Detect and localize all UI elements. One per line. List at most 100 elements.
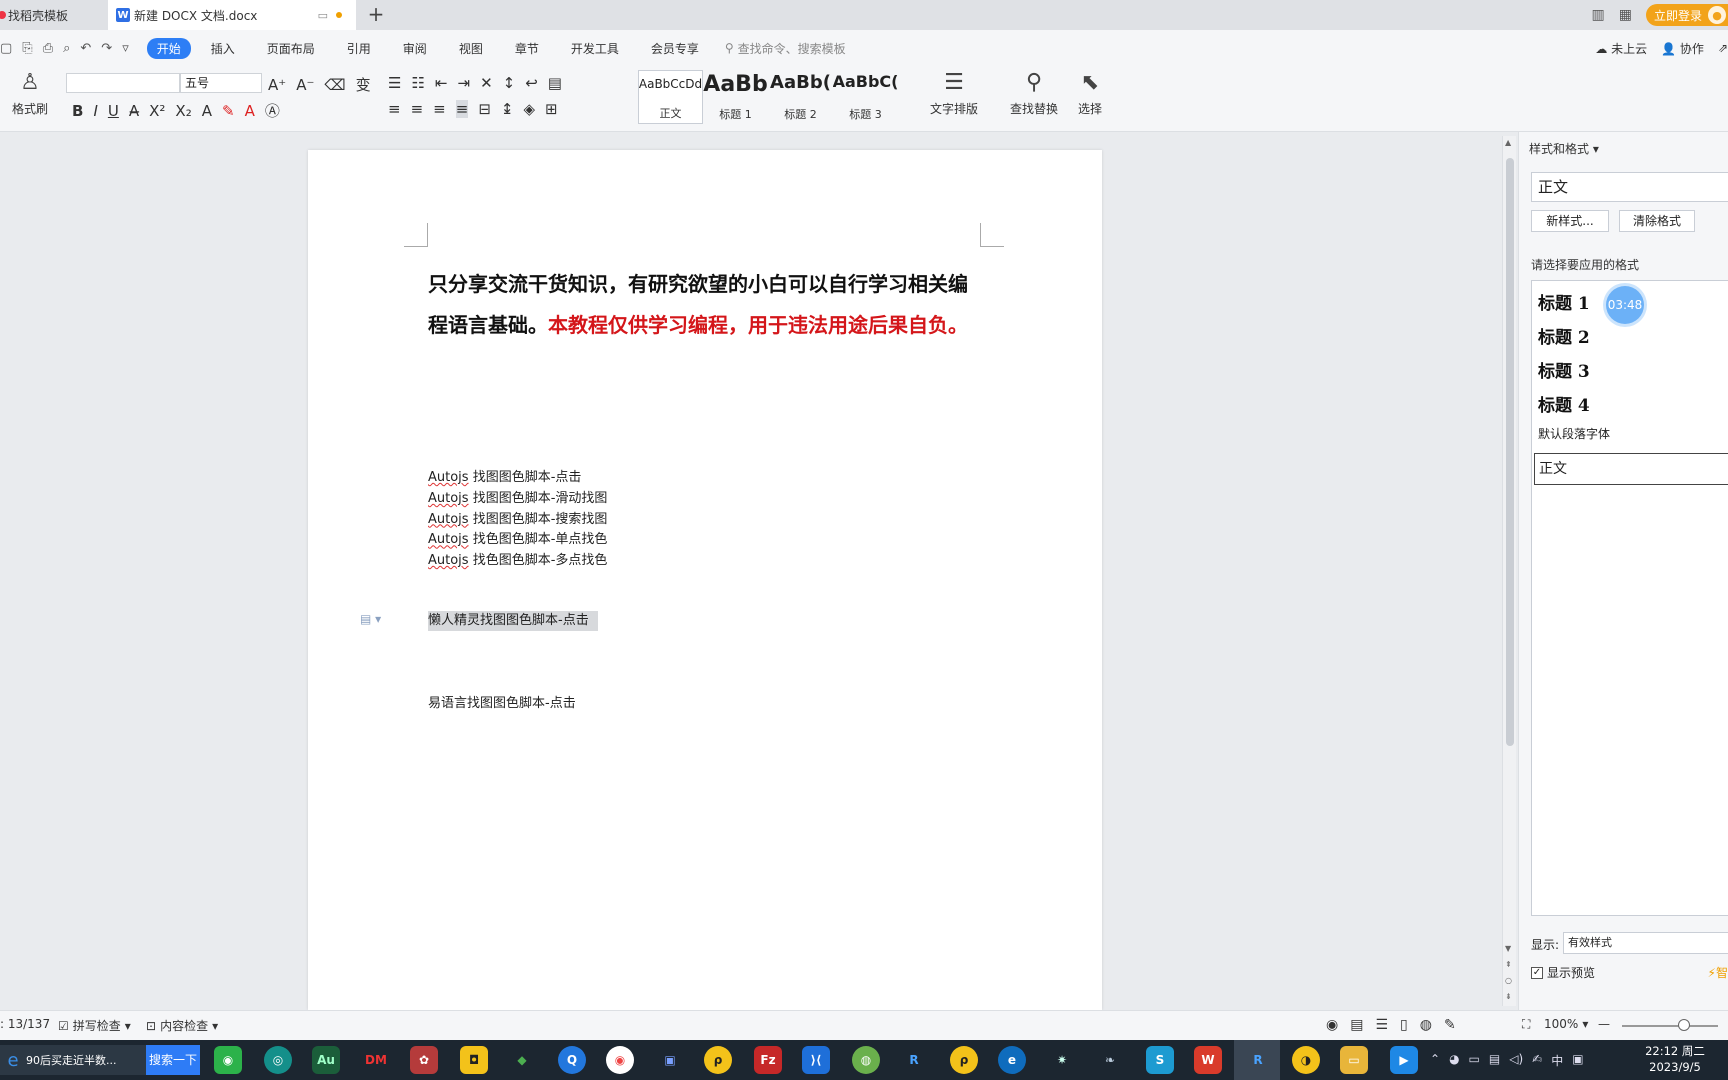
- r-app-icon[interactable]: R: [900, 1046, 928, 1074]
- clear-format-button[interactable]: 清除格式: [1619, 210, 1695, 232]
- clear-format-icon[interactable]: ⌫: [324, 76, 345, 94]
- line-spacing-icon[interactable]: ↨: [501, 100, 514, 118]
- pinyin-icon[interactable]: 变: [356, 74, 371, 95]
- recording-timer[interactable]: 03:48: [1606, 286, 1644, 324]
- lazy-app-icon[interactable]: ρ: [704, 1046, 732, 1074]
- app-teal-icon[interactable]: ◎: [264, 1046, 292, 1074]
- font-name-select[interactable]: [66, 73, 180, 93]
- tab-member[interactable]: 会员专享: [635, 40, 715, 57]
- fit-page-icon[interactable]: ⛶: [1522, 1017, 1530, 1032]
- grow-font-icon[interactable]: A⁺: [268, 76, 286, 94]
- format-painter-button[interactable]: ♙ 格式刷: [12, 70, 48, 117]
- device-icon[interactable]: ▭: [1469, 1052, 1480, 1069]
- text-effect-icon[interactable]: A: [202, 102, 212, 120]
- filezilla-icon[interactable]: Fz: [754, 1046, 782, 1074]
- zoom-slider-handle[interactable]: [1678, 1019, 1691, 1031]
- align-center-icon[interactable]: ≡: [411, 100, 424, 118]
- style-item-heading3[interactable]: 标题 3: [1538, 357, 1590, 382]
- edge-icon[interactable]: e: [998, 1046, 1026, 1074]
- show-marks-icon[interactable]: ↩: [525, 74, 538, 92]
- print-preview-icon[interactable]: ⌕: [63, 41, 70, 56]
- italic-icon[interactable]: I: [93, 102, 97, 120]
- highlight-icon[interactable]: ✎: [222, 102, 235, 120]
- taskbar-search-button[interactable]: 搜索一下: [146, 1045, 200, 1075]
- pane-title[interactable]: 样式和格式 ▾: [1529, 140, 1599, 157]
- scroll-thumb[interactable]: [1506, 158, 1514, 746]
- ime-mode-icon[interactable]: ▣: [1572, 1052, 1583, 1069]
- tab-references[interactable]: 引用: [331, 40, 387, 57]
- current-style-field[interactable]: 正文: [1531, 172, 1728, 202]
- tab-page-layout[interactable]: 页面布局: [251, 40, 331, 57]
- volume-icon[interactable]: ◁): [1509, 1052, 1523, 1069]
- spell-check-button[interactable]: ☑ 拼写检查 ▾: [58, 1017, 131, 1034]
- last-line[interactable]: 易语言找图图色脚本-点击: [428, 694, 576, 714]
- network-icon[interactable]: ▤: [1489, 1052, 1500, 1069]
- write-mode-icon[interactable]: ✎: [1444, 1017, 1456, 1033]
- outline-view-icon[interactable]: ☰: [1375, 1017, 1388, 1033]
- eye-protect-icon[interactable]: ◉: [1326, 1017, 1338, 1033]
- style-item-heading2[interactable]: 标题 2: [1538, 323, 1590, 348]
- vertical-scrollbar[interactable]: ▲ ▼ ⇞ ○ ⇟: [1502, 136, 1516, 1006]
- font-size-select[interactable]: 五号: [180, 73, 262, 93]
- numbering-icon[interactable]: ☷: [411, 74, 424, 92]
- borders-icon[interactable]: ⊞: [545, 100, 558, 118]
- content-check-button[interactable]: ⊡ 内容检查 ▾: [146, 1017, 218, 1034]
- audition-icon[interactable]: Au: [312, 1046, 340, 1074]
- pen-icon[interactable]: ✍: [1532, 1052, 1542, 1069]
- strikethrough-icon[interactable]: A̶: [129, 102, 139, 120]
- yellow-circle-icon[interactable]: ◑: [1292, 1046, 1320, 1074]
- table-lines-icon[interactable]: ▤: [548, 74, 562, 92]
- system-clock[interactable]: 22:12 周二 2023/9/5: [1640, 1043, 1710, 1075]
- green-app-icon[interactable]: ◍: [852, 1046, 880, 1074]
- document-page[interactable]: 只分享交流干货知识，有研究欲望的小白可以自行学习相关编程语言基础。本教程仅供学习…: [308, 150, 1102, 1010]
- style-item-heading1[interactable]: 标题 1: [1538, 289, 1590, 314]
- layout-icon[interactable]: ▥: [1592, 7, 1605, 23]
- zoom-level[interactable]: 100% ▾: [1544, 1017, 1588, 1031]
- selected-line[interactable]: 懒人精灵找图图色脚本-点击: [428, 611, 598, 631]
- sort-icon[interactable]: ↕: [503, 74, 516, 92]
- bullets-icon[interactable]: ☰: [388, 74, 401, 92]
- zoom-slider[interactable]: [1622, 1025, 1718, 1027]
- dm-icon[interactable]: DM: [362, 1046, 390, 1074]
- web-view-icon[interactable]: ◍: [1420, 1017, 1432, 1033]
- robot-app-icon[interactable]: ▣: [656, 1046, 684, 1074]
- scroll-down-icon[interactable]: ▼: [1505, 944, 1511, 953]
- vscode-icon[interactable]: ⟩⟨: [802, 1046, 830, 1074]
- share-icon[interactable]: ⇗: [1718, 41, 1728, 55]
- redo-icon[interactable]: ↷: [101, 41, 112, 56]
- player-icon[interactable]: ▶: [1390, 1046, 1418, 1074]
- tray-expand-icon[interactable]: ⌃: [1430, 1052, 1440, 1069]
- stamp-app-icon[interactable]: ✿: [410, 1046, 438, 1074]
- new-style-button[interactable]: 新样式...: [1531, 210, 1609, 232]
- reading-view-icon[interactable]: ▯: [1400, 1017, 1408, 1033]
- bold-icon[interactable]: B: [72, 102, 83, 120]
- align-right-icon[interactable]: ≡: [433, 100, 446, 118]
- smart-format-button[interactable]: ⚡智: [1708, 964, 1728, 981]
- tab-review[interactable]: 审阅: [387, 40, 443, 57]
- tab-template[interactable]: 找稻壳模板: [0, 0, 108, 30]
- chinese-layout-icon[interactable]: ✕: [480, 74, 493, 92]
- decrease-indent-icon[interactable]: ⇤: [435, 74, 448, 92]
- paragraph-handle-icon[interactable]: ▤ ▾: [360, 612, 381, 626]
- lazy-app-2-icon[interactable]: ρ: [950, 1046, 978, 1074]
- justify-icon[interactable]: ≡: [455, 100, 469, 118]
- subscript-icon[interactable]: X₂: [175, 102, 191, 120]
- wechat-icon[interactable]: ◉: [214, 1046, 242, 1074]
- char-border-icon[interactable]: Ⓐ: [265, 100, 280, 121]
- cloud-status[interactable]: ☁ 未上云: [1595, 40, 1647, 57]
- tab-insert[interactable]: 插入: [195, 40, 251, 57]
- align-left-icon[interactable]: ≡: [388, 100, 401, 118]
- apps-grid-icon[interactable]: ▦: [1619, 7, 1632, 23]
- s-app-icon[interactable]: S: [1146, 1046, 1174, 1074]
- show-preview-checkbox[interactable]: ✓ 显示预览: [1531, 964, 1595, 981]
- prev-page-icon[interactable]: ⇞: [1505, 960, 1512, 969]
- next-page-icon[interactable]: ⇟: [1505, 992, 1512, 1001]
- ime-indicator[interactable]: 中: [1551, 1052, 1563, 1069]
- font-color-icon[interactable]: A: [245, 102, 255, 120]
- shield-app-icon[interactable]: ◆: [508, 1046, 536, 1074]
- taskbar-search[interactable]: e 90后买走近半数... 搜索一下: [0, 1045, 200, 1075]
- yellow-app-icon[interactable]: ◘: [460, 1046, 488, 1074]
- increase-indent-icon[interactable]: ⇥: [457, 74, 470, 92]
- print-icon[interactable]: ⎙: [43, 41, 53, 56]
- scroll-up-icon[interactable]: ▲: [1505, 138, 1511, 147]
